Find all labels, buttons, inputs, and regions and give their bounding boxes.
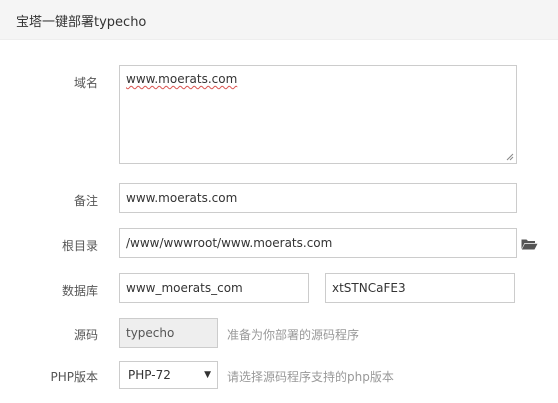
database-label: 数据库 bbox=[61, 284, 98, 298]
php-version-select[interactable]: PHP-72 ▼ bbox=[119, 361, 218, 389]
php-version-selected: PHP-72 bbox=[128, 368, 171, 382]
php-version-hint: 请选择源码程序支持的php版本 bbox=[227, 370, 394, 384]
dialog-title: 宝塔一键部署typecho bbox=[16, 15, 147, 30]
domain-label: 域名 bbox=[73, 76, 98, 90]
php-version-label: PHP版本 bbox=[50, 370, 99, 384]
source-hint: 准备为你部署的源码程序 bbox=[227, 328, 360, 342]
dropdown-arrow-icon: ▼ bbox=[204, 370, 211, 380]
domain-textarea[interactable]: www.moerats.com bbox=[119, 65, 517, 164]
database-password-input[interactable]: xtSTNCaFE3 bbox=[325, 273, 515, 303]
remark-label: 备注 bbox=[73, 194, 98, 208]
root-dir-input[interactable]: /www/wwwroot/www.moerats.com bbox=[119, 228, 517, 258]
database-name-input[interactable]: www_moerats_com bbox=[119, 273, 309, 303]
resize-handle-icon[interactable] bbox=[506, 153, 514, 161]
domain-textarea-value: www.moerats.com bbox=[126, 72, 238, 86]
source-input: typecho bbox=[119, 318, 218, 348]
folder-open-icon[interactable] bbox=[521, 238, 538, 250]
root-dir-label: 根目录 bbox=[61, 239, 98, 253]
source-label: 源码 bbox=[73, 328, 98, 342]
remark-input[interactable]: www.moerats.com bbox=[119, 183, 517, 213]
dialog-titlebar: 宝塔一键部署typecho bbox=[0, 0, 558, 40]
